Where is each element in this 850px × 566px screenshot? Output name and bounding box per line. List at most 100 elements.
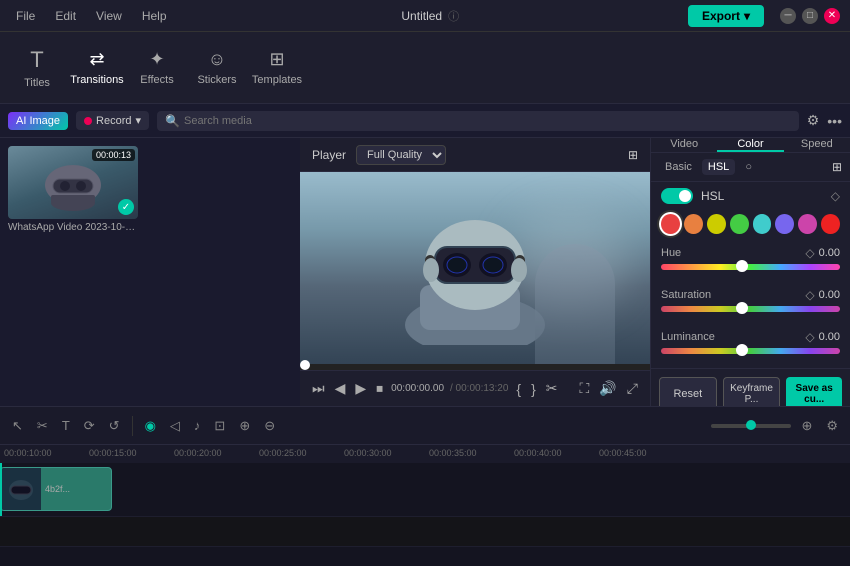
saturation-slider[interactable] — [661, 306, 840, 312]
toolbar-item-transitions[interactable]: ⇄ Transitions — [68, 36, 126, 100]
clip-label: 4b2f... — [41, 482, 74, 496]
play-button[interactable]: ▶ — [353, 378, 368, 399]
luminance-value: 0.00 — [819, 331, 840, 343]
player-area: Player Full Quality ⊞ — [300, 138, 650, 406]
toolbar-item-titles[interactable]: T Titles — [8, 36, 66, 100]
prev-frame-button[interactable]: ⏭ — [310, 378, 327, 399]
tab-speed[interactable]: Speed — [784, 138, 850, 152]
volume-button[interactable]: 🔊 — [597, 378, 618, 399]
sub-tab-basic[interactable]: Basic — [659, 159, 698, 175]
filter-button[interactable]: ⚙ — [807, 112, 820, 129]
transitions-label: Transitions — [70, 74, 123, 86]
saturation-keyframe-icon[interactable]: ◇ — [805, 288, 814, 302]
timeline-tool-cursor[interactable]: ↖ — [8, 416, 27, 436]
maximize-button[interactable]: □ — [802, 8, 818, 24]
hue-slider[interactable] — [661, 264, 840, 270]
menu-file[interactable]: File — [10, 7, 41, 25]
timeline-tool-motion[interactable]: ⟳ — [80, 416, 99, 436]
hue-keyframe-icon[interactable]: ◇ — [805, 246, 814, 260]
media-thumbnail[interactable]: 00:00:13 ✓ — [8, 146, 138, 219]
luminance-thumb[interactable] — [736, 344, 748, 356]
zoom-thumb[interactable] — [746, 420, 756, 430]
mark-out-button[interactable]: } — [529, 379, 538, 399]
expand-button[interactable]: ⤢ — [625, 378, 640, 399]
hsl-toggle[interactable] — [661, 188, 693, 204]
keyframe-diamond-icon[interactable]: ◇ — [831, 189, 840, 203]
record-button[interactable]: Record ▾ — [76, 111, 149, 130]
info-icon: ⓘ — [448, 8, 459, 24]
luminance-slider[interactable] — [661, 348, 840, 354]
timeline-tool-active[interactable]: ◉ — [141, 416, 160, 436]
player-video — [300, 172, 650, 364]
panel-expand-icon[interactable]: ⊞ — [832, 160, 842, 174]
swatch-green[interactable] — [730, 214, 749, 234]
titles-icon: T — [30, 47, 43, 73]
stop-button[interactable]: ⏹ — [374, 378, 385, 399]
mark-in-button[interactable]: { — [514, 379, 523, 399]
timeline-zoom-in[interactable]: ⊕ — [797, 416, 816, 436]
chevron-down-icon: ▾ — [744, 9, 750, 23]
swatch-yellow[interactable] — [707, 214, 726, 234]
toolbar-item-templates[interactable]: ⊞ Templates — [248, 36, 306, 100]
media-panel: 00:00:13 ✓ WhatsApp Video 2023-10-05... — [0, 138, 300, 406]
export-button[interactable]: Export ▾ — [688, 5, 764, 27]
ruler-tick-1: 00:00:15:00 — [89, 445, 137, 459]
split-button[interactable]: ✂ — [544, 378, 560, 399]
search-input[interactable] — [184, 115, 791, 127]
ruler-tick-2: 00:00:20:00 — [174, 445, 222, 459]
tab-color[interactable]: Color — [717, 138, 783, 152]
menu-bar: File Edit View Help — [10, 7, 173, 25]
playhead[interactable] — [0, 463, 2, 516]
timeline-tool-mark[interactable]: ◁ — [166, 416, 184, 436]
app-window: File Edit View Help Untitled ⓘ Export ▾ … — [0, 0, 850, 566]
progress-thumb[interactable] — [300, 360, 310, 370]
sub-tab-hsl[interactable]: HSL — [702, 159, 735, 175]
templates-label: Templates — [252, 74, 302, 86]
ruler-label-7: 00:00:45:00 — [599, 448, 647, 458]
player-expand-icon[interactable]: ⊞ — [628, 148, 638, 162]
player-progress-bar[interactable] — [300, 364, 650, 370]
video-track: 4b2f... — [0, 463, 850, 517]
play-backward-button[interactable]: ◀ — [333, 378, 348, 399]
luminance-section: Luminance ◇ 0.00 — [651, 326, 850, 368]
middle-section: 00:00:13 ✓ WhatsApp Video 2023-10-05... … — [0, 138, 850, 406]
timeline-tool-trim[interactable]: ✂ — [33, 416, 52, 436]
minimize-button[interactable]: ─ — [780, 8, 796, 24]
timeline-tool-record[interactable]: ⊡ — [210, 416, 229, 436]
timeline-tool-text[interactable]: T — [58, 416, 74, 435]
swatch-red[interactable] — [661, 214, 680, 234]
zoom-slider[interactable] — [711, 424, 791, 428]
swatch-magenta[interactable] — [798, 214, 817, 234]
swatch-orange[interactable] — [684, 214, 703, 234]
more-options-button[interactable]: ••• — [827, 113, 842, 129]
tab-video[interactable]: Video — [651, 138, 717, 152]
luminance-keyframe-icon[interactable]: ◇ — [805, 330, 814, 344]
total-time: / 00:00:13:20 — [450, 383, 508, 394]
toolbar-item-stickers[interactable]: ☺ Stickers — [188, 36, 246, 100]
swatch-cyan[interactable] — [753, 214, 772, 234]
swatch-purple[interactable] — [775, 214, 794, 234]
close-button[interactable]: ✕ — [824, 8, 840, 24]
saturation-thumb[interactable] — [736, 302, 748, 314]
clip-thumbnail — [1, 468, 41, 510]
video-clip[interactable]: 4b2f... — [0, 467, 112, 511]
timeline-tool-effects[interactable]: ⊕ — [235, 416, 254, 436]
menu-help[interactable]: Help — [136, 7, 173, 25]
quality-select[interactable]: Full Quality — [356, 145, 446, 165]
ai-image-button[interactable]: AI Image — [8, 112, 68, 130]
menu-view[interactable]: View — [90, 7, 128, 25]
timeline-settings[interactable]: ⚙ — [822, 416, 842, 436]
timeline-tool-speed[interactable]: ↺ — [105, 416, 124, 436]
hue-thumb[interactable] — [736, 260, 748, 272]
player-header: Player Full Quality ⊞ — [300, 138, 650, 172]
timeline-zoom-out[interactable]: ⊖ — [260, 416, 279, 436]
menu-edit[interactable]: Edit — [49, 7, 82, 25]
toolbar-item-effects[interactable]: ✦ Effects — [128, 36, 186, 100]
swatch-bright-red[interactable] — [821, 214, 840, 234]
main-toolbar: T Titles ⇄ Transitions ✦ Effects ☺ Stick… — [0, 32, 850, 104]
hsl-label: HSL — [701, 189, 724, 203]
timeline-tool-audio[interactable]: ♪ — [190, 416, 205, 435]
sub-tab-custom[interactable]: ○ — [739, 159, 758, 175]
fullscreen-button[interactable]: ⛶ — [578, 378, 592, 399]
search-bar: AI Image Record ▾ 🔍 ⚙ ••• — [0, 104, 850, 138]
